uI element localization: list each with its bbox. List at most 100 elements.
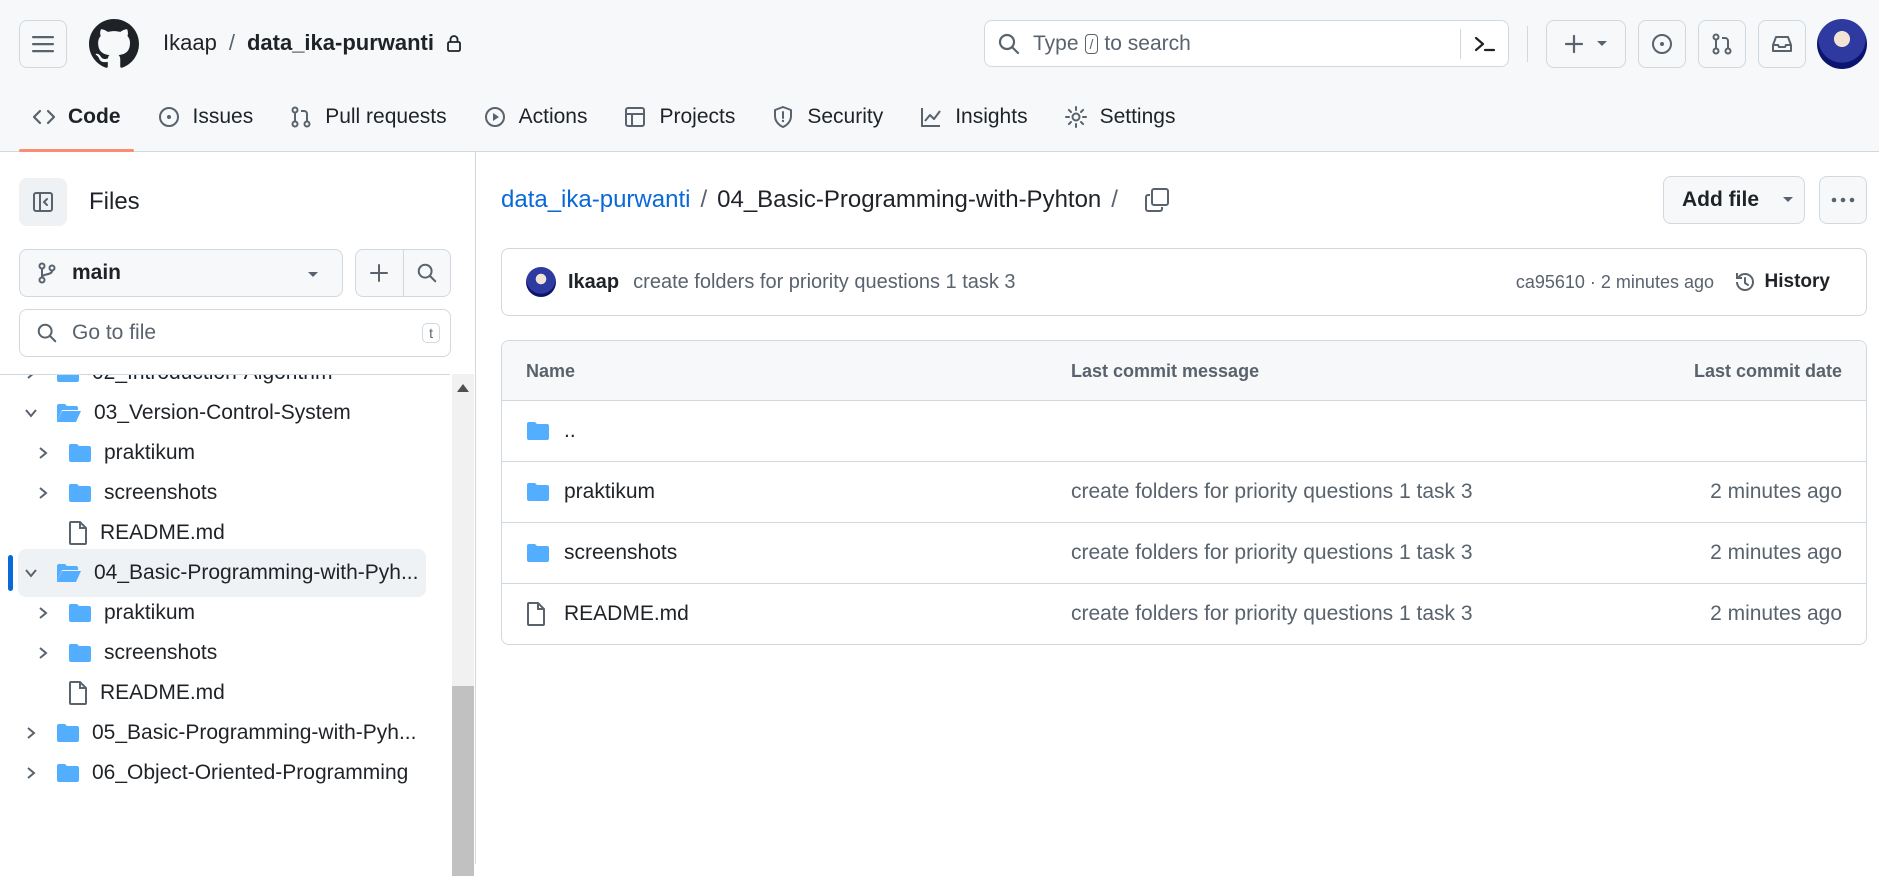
issue-icon bbox=[158, 107, 179, 127]
hamburger-icon bbox=[32, 36, 54, 53]
tab-settings[interactable]: Settings bbox=[1051, 95, 1189, 139]
folder-icon bbox=[57, 724, 79, 742]
tab-insights[interactable]: Insights bbox=[906, 95, 1040, 139]
tab-projects[interactable]: Projects bbox=[610, 95, 748, 139]
user-avatar[interactable] bbox=[1817, 19, 1867, 69]
github-logo-icon[interactable] bbox=[89, 19, 139, 69]
tab-security[interactable]: Security bbox=[758, 95, 896, 139]
tab-issues[interactable]: Issues bbox=[144, 95, 267, 139]
file-tree-scrollbar[interactable] bbox=[452, 374, 474, 876]
col-date-header: Last commit date bbox=[1693, 361, 1842, 381]
folder-icon bbox=[527, 483, 549, 501]
table-header: Name Last commit message Last commit dat… bbox=[502, 341, 1866, 401]
add-file-button[interactable]: Add file bbox=[1663, 176, 1805, 224]
repo-link[interactable]: data_ika-purwanti bbox=[247, 30, 434, 56]
shield-icon bbox=[774, 106, 793, 128]
table-row[interactable]: README.md create folders for priority qu… bbox=[502, 584, 1866, 644]
tree-item-folder[interactable]: 06_Object-Oriented-Programming bbox=[0, 749, 450, 797]
table-row-parent[interactable]: .. bbox=[502, 401, 1866, 462]
pull-requests-button[interactable] bbox=[1698, 20, 1746, 68]
tab-pull-requests[interactable]: Pull requests bbox=[276, 95, 459, 139]
tab-label: Security bbox=[807, 105, 884, 128]
sidebar-actions bbox=[355, 249, 451, 297]
file-name-link[interactable]: screenshots bbox=[564, 541, 677, 565]
latest-commit-bar: Ikaap create folders for priority questi… bbox=[501, 248, 1867, 316]
plus-icon bbox=[370, 264, 389, 282]
tab-label: Projects bbox=[659, 105, 736, 128]
chevron-right-icon bbox=[32, 486, 54, 500]
tree-item-label: README.md bbox=[100, 681, 225, 704]
folder-icon bbox=[69, 444, 91, 462]
caret-down-icon bbox=[1597, 41, 1607, 46]
add-file-button[interactable] bbox=[356, 250, 404, 296]
repo-nav: Code Issues Pull requests Actions Projec… bbox=[19, 95, 1198, 152]
commit-author-avatar[interactable] bbox=[526, 267, 556, 297]
branch-selector[interactable]: main bbox=[19, 249, 343, 297]
branch-name: main bbox=[72, 261, 122, 284]
table-icon bbox=[625, 107, 646, 127]
sidebar-header: Files bbox=[19, 178, 140, 226]
inbox-button[interactable] bbox=[1758, 20, 1806, 68]
file-table: Name Last commit message Last commit dat… bbox=[501, 340, 1867, 645]
commit-message-link[interactable]: create folders for priority questions 1 … bbox=[1071, 602, 1473, 626]
go-to-file-key: t bbox=[422, 323, 440, 343]
path-root-link[interactable]: data_ika-purwanti bbox=[501, 186, 690, 214]
folder-open-icon bbox=[57, 564, 81, 582]
table-row[interactable]: praktikum create folders for priority qu… bbox=[502, 462, 1866, 523]
caret-down-icon bbox=[308, 272, 318, 277]
tree-item-label: screenshots bbox=[104, 481, 218, 504]
commit-message-link[interactable]: create folders for priority questions 1 … bbox=[1071, 480, 1473, 504]
menu-button[interactable] bbox=[19, 20, 67, 68]
folder-icon bbox=[527, 422, 549, 440]
commit-message-link[interactable]: create folders for priority questions 1 … bbox=[1071, 541, 1473, 565]
app-header: Ikaap / data_ika-purwanti Type / to sear… bbox=[0, 0, 1879, 152]
search-key-hint: / bbox=[1084, 33, 1099, 54]
commit-message[interactable]: create folders for priority questions 1 … bbox=[633, 271, 1015, 294]
tree-item-label: 04_Basic-Programming-with-Pyh... bbox=[94, 561, 419, 584]
search-files-button[interactable] bbox=[404, 250, 451, 296]
folder-icon bbox=[69, 484, 91, 502]
caret-down-icon bbox=[1783, 197, 1793, 202]
commit-date: 2 minutes ago bbox=[1710, 480, 1842, 503]
chevron-down-icon bbox=[20, 567, 42, 579]
file-tree-sidebar: Files main Go to file t 02_Introduction-… bbox=[0, 152, 476, 876]
search-icon bbox=[417, 263, 437, 283]
copy-icon[interactable] bbox=[1144, 187, 1170, 213]
search-input[interactable]: Type / to search bbox=[984, 20, 1509, 67]
owner-link[interactable]: Ikaap bbox=[163, 30, 217, 56]
tree-item-label: screenshots bbox=[104, 641, 218, 664]
search-icon bbox=[37, 323, 57, 343]
table-row[interactable]: screenshots create folders for priority … bbox=[502, 523, 1866, 584]
graph-icon bbox=[921, 108, 942, 127]
main-content: data_ika-purwanti / 04_Basic-Programming… bbox=[477, 152, 1879, 864]
pull-request-icon bbox=[1712, 33, 1732, 55]
file-name-link[interactable]: praktikum bbox=[564, 480, 655, 504]
create-new-button[interactable] bbox=[1546, 20, 1626, 68]
more-options-button[interactable] bbox=[1819, 176, 1867, 224]
col-name-header: Name bbox=[526, 361, 576, 381]
col-message-header: Last commit message bbox=[1071, 361, 1260, 381]
scroll-up-arrow-icon[interactable] bbox=[457, 384, 469, 392]
issues-button[interactable] bbox=[1638, 20, 1686, 68]
commit-author[interactable]: Ikaap bbox=[568, 271, 619, 294]
kebab-horizontal-icon bbox=[1831, 197, 1855, 203]
file-tree: 02_Introduction-Algorithm 03_Version-Con… bbox=[0, 374, 450, 864]
chevron-right-icon bbox=[20, 766, 42, 780]
parent-dir-link[interactable]: .. bbox=[564, 419, 576, 443]
search-icon bbox=[998, 33, 1020, 54]
file-name-link[interactable]: README.md bbox=[564, 602, 689, 626]
tab-code[interactable]: Code bbox=[19, 95, 134, 152]
tab-actions[interactable]: Actions bbox=[470, 95, 601, 139]
sidebar-title: Files bbox=[89, 188, 140, 215]
selection-marker bbox=[8, 555, 13, 591]
plus-icon bbox=[1564, 34, 1584, 54]
command-palette-button[interactable] bbox=[1460, 29, 1508, 59]
folder-icon bbox=[527, 544, 549, 562]
go-to-file-input[interactable]: Go to file t bbox=[19, 309, 451, 357]
tab-label: Settings bbox=[1099, 105, 1176, 128]
history-button[interactable]: History bbox=[1733, 270, 1830, 294]
collapse-sidebar-button[interactable] bbox=[19, 178, 67, 226]
commit-meta[interactable]: ca95610 · 2 minutes ago bbox=[1516, 272, 1714, 293]
scrollbar-thumb[interactable] bbox=[452, 686, 474, 876]
folder-icon bbox=[69, 644, 91, 662]
